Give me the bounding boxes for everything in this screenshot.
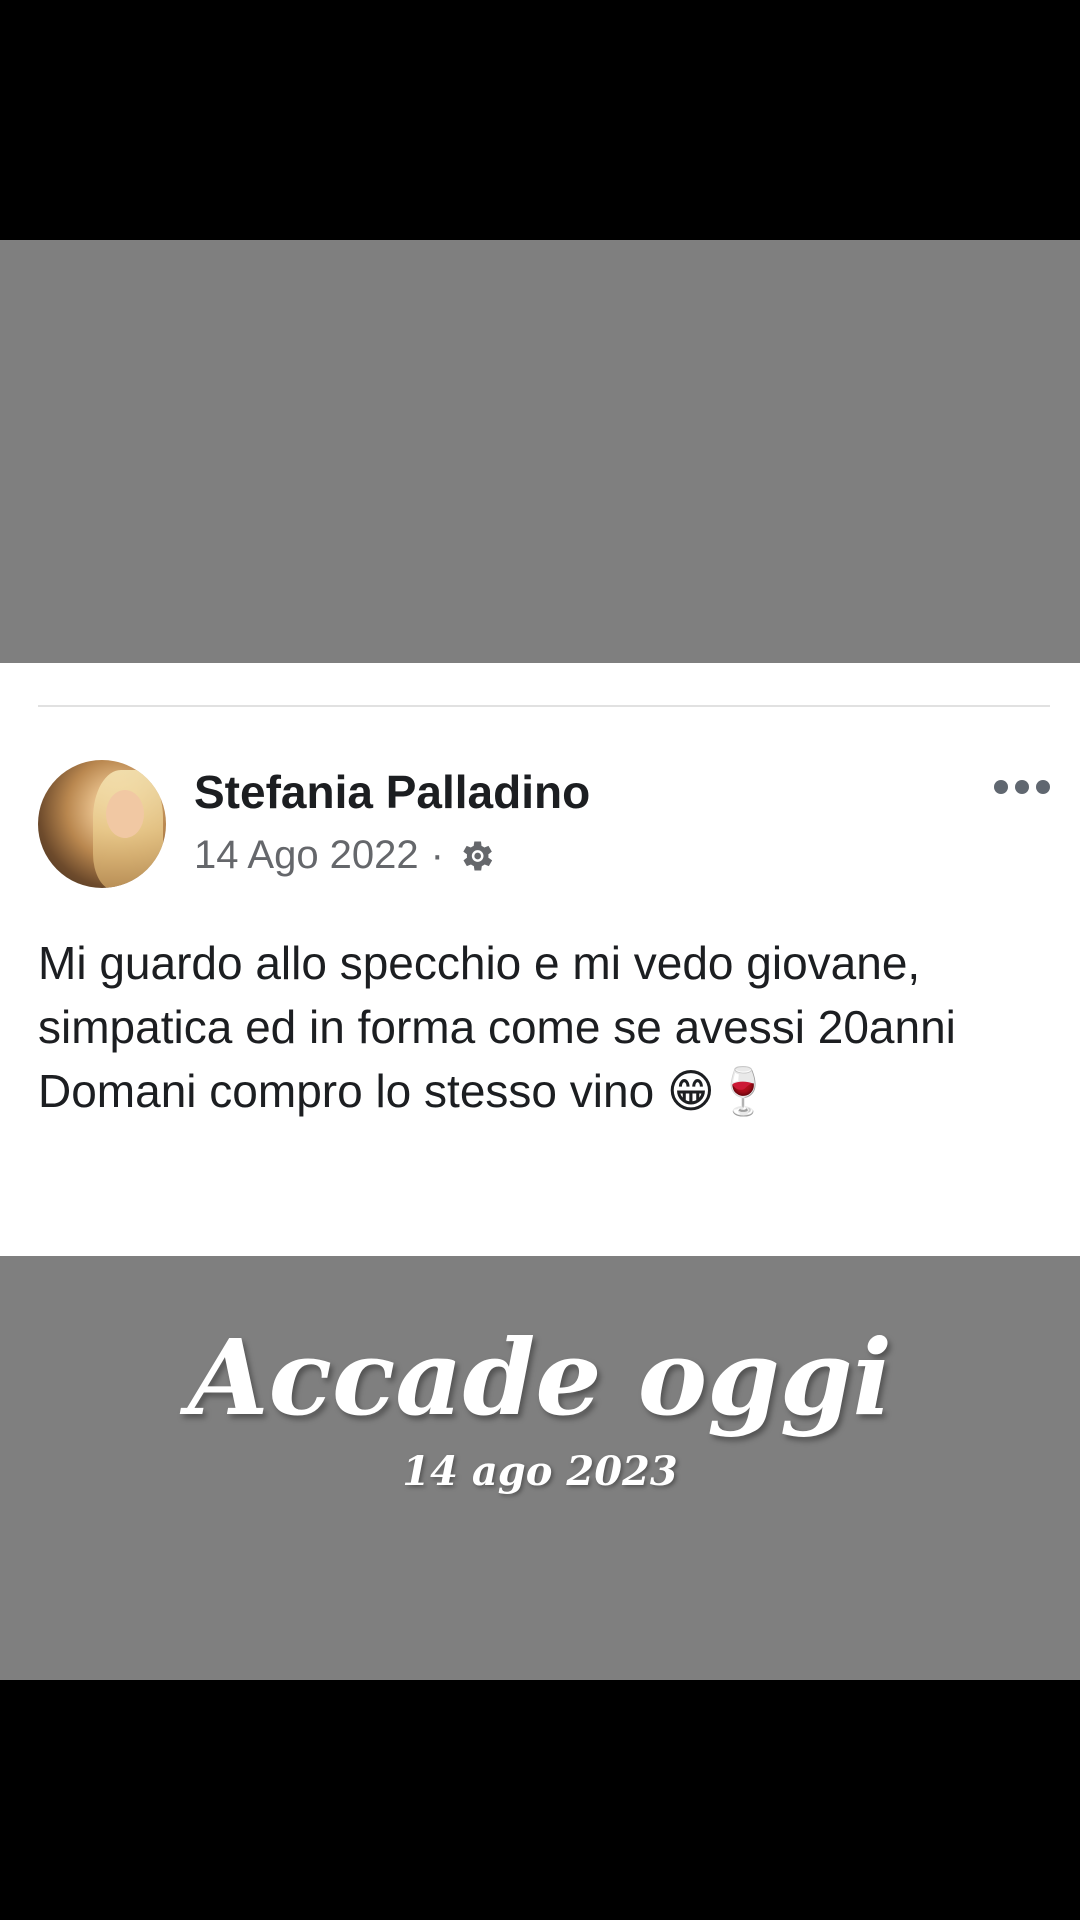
story-frame: Stefania Palladino 14 Ago 2022 · Mi guar… [0,0,1080,1920]
bottom-black-band [0,1680,1080,1920]
top-gray-band [0,240,1080,663]
post-meta: 14 Ago 2022 · [194,833,496,878]
divider [38,705,1050,707]
meta-separator: · [430,833,444,877]
avatar-face [106,790,144,838]
more-options-icon[interactable] [994,775,1050,799]
memory-date: 14 ago 2023 [402,1448,678,1495]
author-name[interactable]: Stefania Palladino [194,765,590,819]
memory-title: Accade oggi [187,1316,893,1439]
gear-icon [463,841,493,870]
top-black-band [0,0,1080,240]
avatar[interactable] [38,760,166,888]
post-text: Mi guardo allo specchio e mi vedo giovan… [38,937,956,1117]
memory-banner: Accade oggi 14 ago 2023 [0,1256,1080,1680]
post-card: Stefania Palladino 14 Ago 2022 · Mi guar… [0,663,1080,1256]
post-date[interactable]: 14 Ago 2022 [194,833,419,878]
